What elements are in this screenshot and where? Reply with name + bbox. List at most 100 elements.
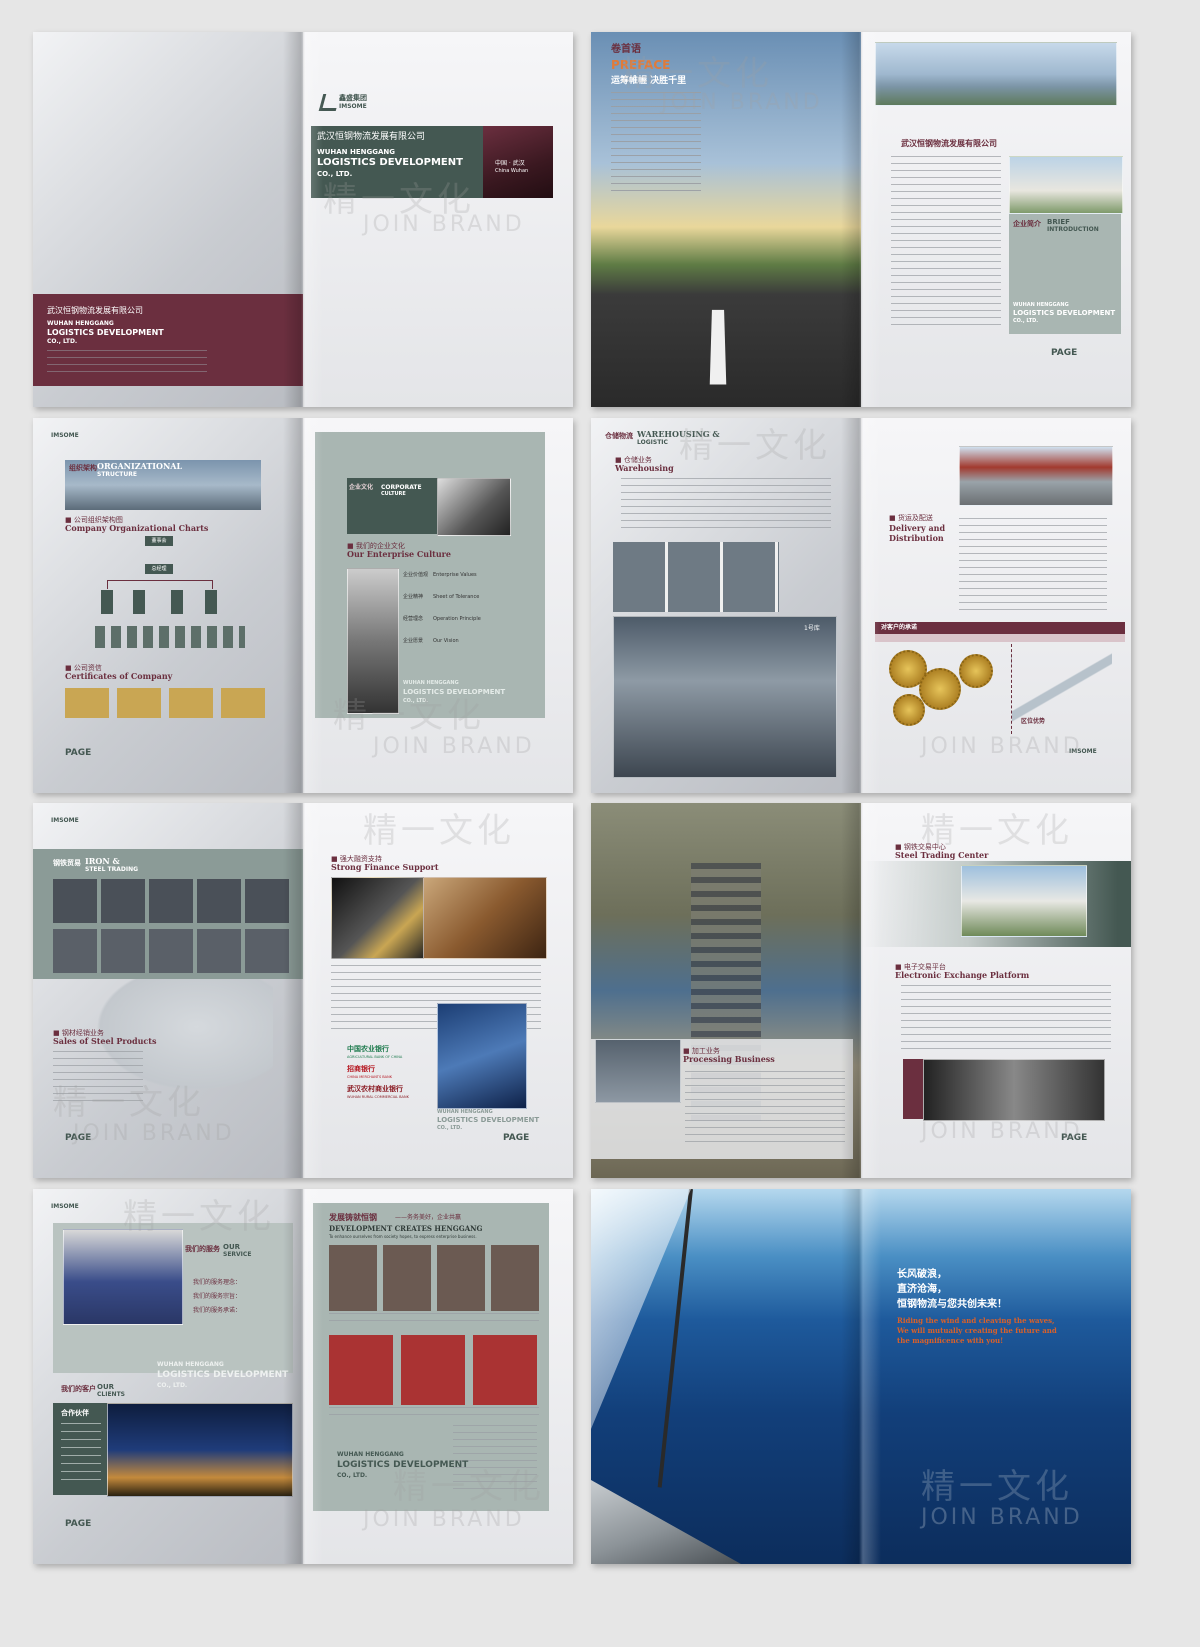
page-label: PAGE — [1051, 348, 1078, 358]
logo-en: IMSOME — [1069, 748, 1097, 755]
back-company-en-2: LOGISTICS DEVELOPMENT — [47, 328, 164, 337]
service-page: IMSOME 我们的服务 OUR SERVICE 我们的服务理念： 我们的服务宗… — [33, 1189, 303, 1564]
wh-thumbnail-grid — [613, 542, 779, 612]
page-label: PAGE — [503, 1133, 530, 1143]
org-header-photo: 组织架构 ORGANIZATIONAL STRUCTURE — [65, 460, 261, 510]
dev-cn: 发展铸就恒钢 — [329, 1213, 377, 1222]
back-contact-lines — [47, 350, 207, 378]
service-header-cn: 我们的服务 — [185, 1245, 220, 1253]
turnstile-photo — [347, 568, 399, 714]
intro-body — [891, 156, 1001, 326]
dev-company-en-1: WUHAN HENGGANG — [337, 1451, 404, 1458]
partners-list — [61, 1423, 101, 1487]
hourglass-photo — [423, 877, 547, 959]
delivery-body — [959, 518, 1107, 614]
culture-item-en: Enterprise Values — [433, 572, 477, 578]
culture-item-cn: 经营理念 — [403, 616, 424, 622]
service-company-en-1: WUHAN HENGGANG — [157, 1361, 224, 1368]
people-bw-photo — [437, 478, 511, 536]
culture-company-en-2: LOGISTICS DEVELOPMENT — [403, 688, 506, 696]
culture-header: 企业文化 CORPORATE CULTURE — [347, 478, 437, 534]
event-captions-bottom — [329, 1407, 539, 1421]
processing-body — [685, 1071, 845, 1147]
culture-item-cn: 企业愿景 — [403, 638, 424, 644]
culture-item-en: Our Vision — [433, 638, 459, 644]
culture-item-en: Operation Principle — [433, 616, 481, 622]
preface-body — [611, 92, 701, 192]
back-company-en-1: WUHAN HENGGANG — [47, 320, 114, 327]
river-panorama-photo — [875, 42, 1117, 106]
org-dept-box — [101, 590, 113, 614]
intro-company-cn: 武汉恒钢物流发展有限公司 — [901, 139, 997, 148]
closing-line-2: 直济沧海， — [897, 1284, 947, 1295]
culture-company-en-1: WUHAN HENGGANG — [403, 680, 459, 686]
culture-item-en: Sheet of Tolerance — [433, 594, 480, 600]
dev-company-en-2: LOGISTICS DEVELOPMENT — [337, 1460, 469, 1470]
culture-page: 企业文化 CORPORATE CULTURE 我们的企业文化 Our Enter… — [303, 418, 573, 793]
org-sub-row — [95, 626, 245, 648]
cover-title-block: 武汉恒钢物流发展有限公司 WUHAN HENGGANG LOGISTICS DE… — [311, 126, 483, 198]
culture-item-cn: 企业价值观 — [403, 572, 429, 578]
delivery-page: 货运及配送 Delivery and Distribution 对客户的承诺 区… — [861, 418, 1131, 793]
back-company-cn: 武汉恒钢物流发展有限公司 — [47, 306, 143, 315]
brief-company-en-2: LOGISTICS DEVELOPMENT — [1013, 309, 1116, 317]
spread-warehousing: 仓储物流 WAREHOUSING & LOGISTIC 仓储业务 Warehou… — [591, 418, 1131, 793]
office-building-photo — [1009, 156, 1123, 214]
bank-cmb-en: CHINA MERCHANTS BANK — [347, 1075, 392, 1079]
sailboat-deck — [591, 1480, 741, 1564]
org-board-box: 董事会 — [145, 536, 173, 546]
logo-mark — [318, 94, 341, 111]
delivery-en-2: Distribution — [889, 533, 944, 543]
sales-en: Sales of Steel Products — [53, 1036, 157, 1046]
spread-processing: 加工业务 Processing Business 钢铁交易中心 Steel Tr… — [591, 803, 1131, 1178]
cover-location-en: China Wuhan — [495, 168, 529, 174]
page-label: PAGE — [65, 1133, 92, 1143]
org-connector — [107, 580, 213, 589]
closing-line-3: 恒钢物流与您共创未来！ — [897, 1299, 1007, 1310]
cover-company-cn: 武汉恒钢物流发展有限公司 — [317, 132, 426, 142]
service-company-en-2: LOGISTICS DEVELOPMENT — [157, 1370, 289, 1380]
closing-en-1: Riding the wind and cleaving the waves, — [897, 1316, 1055, 1325]
platform-en: Electronic Exchange Platform — [895, 970, 1030, 980]
clients-en-2: CLIENTS — [97, 1391, 125, 1398]
dev-company-en-3: CO., LTD. — [337, 1472, 368, 1479]
brief-cn: 企业简介 — [1013, 220, 1041, 228]
preface-road-page: 卷首语 PREFACE 运筹帷幄 决胜千里 — [591, 32, 861, 407]
clients-cn: 我们的客户 — [61, 1385, 96, 1393]
promise-bar: 对客户的承诺 — [875, 622, 1125, 634]
handshake-photo — [437, 1003, 527, 1109]
warehouse-no-label: 1号库 — [804, 625, 820, 632]
steel-plates-photo — [595, 1039, 681, 1103]
spread-organization: IMSOME 组织架构 ORGANIZATIONAL STRUCTURE 公司组… — [33, 418, 573, 793]
watermark-cn: 精一文化 — [921, 1467, 1073, 1507]
service-line: 我们的服务宗旨： — [193, 1293, 242, 1300]
steel-product-grid-bottom — [53, 929, 289, 973]
dev-sub-cn: ——务务美好，企业共赢 — [395, 1214, 462, 1221]
spread-service: IMSOME 我们的服务 OUR SERVICE 我们的服务理念： 我们的服务宗… — [33, 1189, 573, 1564]
org-page: IMSOME 组织架构 ORGANIZATIONAL STRUCTURE 公司组… — [33, 418, 303, 793]
wh-header-cn: 仓储物流 — [605, 432, 633, 440]
logo-en: IMSOME — [339, 103, 367, 110]
cover-company-en-1: WUHAN HENGGANG — [317, 148, 395, 156]
finance-company-en-1: WUHAN HENGGANG — [437, 1109, 493, 1115]
preface-title-cn: 卷首语 — [611, 44, 641, 55]
cert-en: Certificates of Company — [65, 671, 173, 681]
watermark-en: JOIN BRAND — [921, 1505, 1083, 1530]
factory-page: 加工业务 Processing Business — [591, 803, 861, 1178]
cover-company-en-2: LOGISTICS DEVELOPMENT — [317, 157, 463, 168]
service-company-en-3: CO., LTD. — [157, 1382, 188, 1389]
service-header-en-2: SERVICE — [223, 1251, 252, 1258]
center-en: Steel Trading Center — [895, 850, 989, 860]
trading-center-page: 钢铁交易中心 Steel Trading Center 电子交易平台 Elect… — [861, 803, 1131, 1178]
steel-header-en-2: STEEL TRADING — [85, 866, 139, 873]
delivery-cn: 货运及配送 — [889, 514, 933, 522]
front-cover: 鑫盛集团 IMSOME 武汉恒钢物流发展有限公司 WUHAN HENGGANG … — [303, 32, 573, 407]
wh-title-en: Warehousing — [615, 463, 674, 473]
brief-en-2: INTRODUCTION — [1047, 226, 1099, 233]
service-line: 我们的服务理念： — [193, 1279, 242, 1286]
brief-intro-block: 企业简介 BRIEF INTRODUCTION WUHAN HENGGANG L… — [1009, 214, 1121, 334]
steel-coils-photo: 1号库 — [613, 616, 837, 778]
org-header-en-2: STRUCTURE — [97, 471, 137, 478]
org-gm-box: 总经理 — [145, 564, 173, 574]
bank-agri-cn: 中国农业银行 — [347, 1045, 389, 1053]
